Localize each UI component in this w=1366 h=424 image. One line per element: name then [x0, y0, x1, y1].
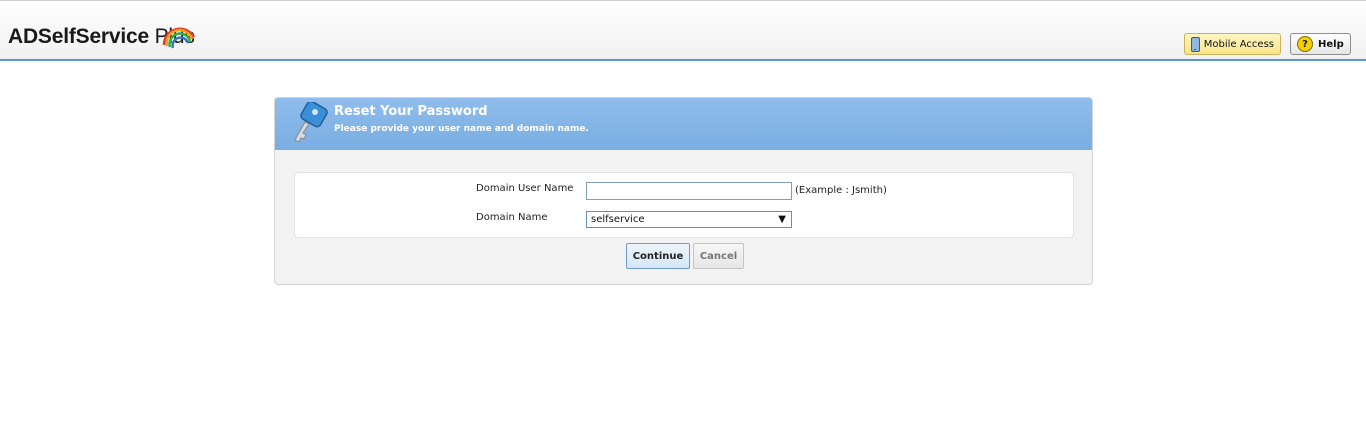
- cancel-button[interactable]: Cancel: [693, 243, 744, 269]
- username-example-hint: (Example : Jsmith): [795, 185, 887, 196]
- domain-name-select[interactable]: selfservice ▼: [586, 211, 792, 228]
- domain-user-name-label: Domain User Name: [476, 183, 574, 194]
- panel-subtitle: Please provide your user name and domain…: [334, 124, 589, 134]
- domain-user-name-input[interactable]: [586, 182, 792, 200]
- help-question-icon: ?: [1297, 36, 1313, 52]
- mobile-access-button[interactable]: Mobile Access: [1184, 33, 1281, 55]
- help-button[interactable]: ? Help: [1290, 33, 1351, 55]
- domain-selected-value: selfservice: [591, 214, 645, 225]
- key-icon: [294, 102, 328, 143]
- app-header: ADSelfService Plus Mobile Access ? Help: [0, 0, 1366, 61]
- reset-password-panel: Reset Your Password Please provide your …: [274, 97, 1093, 285]
- mobile-access-label: Mobile Access: [1203, 38, 1274, 50]
- credentials-form: Domain User Name (Example : Jsmith) Doma…: [294, 172, 1074, 238]
- domain-name-label: Domain Name: [476, 212, 548, 223]
- panel-title: Reset Your Password: [334, 104, 488, 119]
- mobile-phone-icon: [1191, 36, 1200, 52]
- panel-header: Reset Your Password Please provide your …: [275, 98, 1092, 150]
- help-label: Help: [1318, 38, 1344, 50]
- logo-main-text: ADSelfService: [8, 25, 149, 48]
- logo-arc-icon: [162, 27, 196, 49]
- dropdown-arrow-icon: ▼: [778, 214, 786, 225]
- continue-button[interactable]: Continue: [626, 243, 690, 269]
